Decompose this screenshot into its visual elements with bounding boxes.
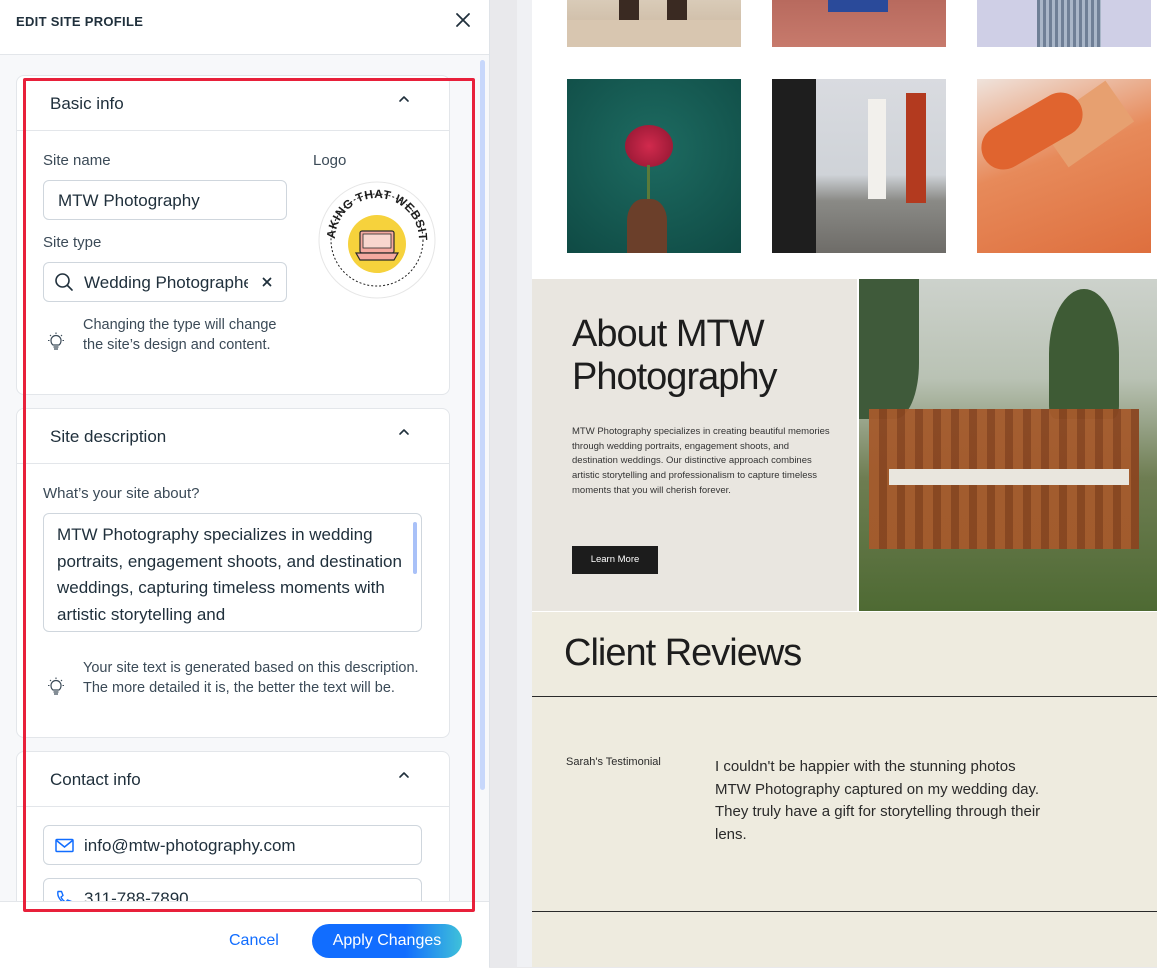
basic-info-card: Basic info Site name MTW Photography Log…: [16, 75, 450, 395]
gallery-photo-2: [772, 0, 946, 47]
reviews-divider-bottom: [532, 911, 1157, 912]
basic-info-title: Basic info: [50, 94, 124, 113]
email-value: info@mtw-photography.com: [84, 836, 296, 855]
phone-field[interactable]: 311-788-7890: [43, 878, 422, 901]
email-field[interactable]: info@mtw-photography.com: [43, 825, 422, 865]
clear-icon[interactable]: [260, 275, 274, 289]
logo-image: MAKING THAT WEBSITE: [312, 169, 436, 299]
panel-scroll-area[interactable]: Basic info Site name MTW Photography Log…: [0, 55, 489, 901]
site-type-input[interactable]: Wedding Photographer: [43, 262, 287, 302]
learn-more-button[interactable]: Learn More: [572, 546, 658, 574]
mail-icon: [55, 838, 75, 854]
site-description-question: What’s your site about?: [43, 485, 200, 502]
site-type-hint: Changing the type will change the site’s…: [83, 317, 277, 353]
bulb-icon: [47, 677, 65, 697]
reviews-divider-top: [532, 696, 1157, 697]
client-reviews-section: Client Reviews Sarah's Testimonial I cou…: [532, 612, 1157, 967]
site-description-title: Site description: [50, 427, 167, 446]
edit-site-profile-panel: EDIT SITE PROFILE Basic info Site name M…: [0, 0, 490, 968]
testimonial-name: Sarah's Testimonial: [566, 756, 661, 768]
panel-scrollbar[interactable]: [480, 60, 485, 790]
panel-title: EDIT SITE PROFILE: [16, 14, 144, 29]
panel-header: EDIT SITE PROFILE: [0, 0, 489, 55]
site-preview: About MTW Photography MTW Photography sp…: [532, 0, 1157, 967]
about-section: About MTW Photography MTW Photography sp…: [532, 279, 857, 611]
gallery-photo-1: [567, 0, 741, 47]
phone-icon: [55, 890, 73, 901]
search-icon: [54, 272, 74, 292]
chevron-up-icon[interactable]: [397, 768, 411, 782]
site-type-value: Wedding Photographer: [84, 273, 248, 292]
reviews-title: Client Reviews: [564, 632, 802, 674]
gallery-photo-orange: [977, 79, 1151, 253]
site-type-label: Site type: [43, 234, 102, 251]
gallery-photo-walkers: [772, 79, 946, 253]
about-text: MTW Photography specializes in creating …: [572, 426, 830, 496]
contact-info-card: Contact info info@mtw-photography.com 31…: [16, 751, 450, 901]
chevron-up-icon[interactable]: [397, 92, 411, 106]
gallery-photo-flower: [567, 79, 741, 253]
site-name-value: MTW Photography: [58, 191, 200, 210]
site-description-card: Site description What’s your site about?…: [16, 408, 450, 738]
site-name-label: Site name: [43, 152, 111, 169]
about-photo-chairs: [859, 279, 1157, 611]
site-description-textarea[interactable]: MTW Photography specializes in wedding p…: [43, 513, 422, 632]
testimonial-text: I couldn't be happier with the stunning …: [715, 758, 1041, 843]
about-title: About MTW Photography: [572, 313, 778, 398]
bulb-icon: [47, 332, 65, 352]
chevron-up-icon[interactable]: [397, 425, 411, 439]
site-description-header[interactable]: Site description: [17, 409, 449, 464]
site-name-input[interactable]: MTW Photography: [43, 180, 287, 220]
close-icon[interactable]: [452, 9, 474, 31]
site-description-value: MTW Photography specializes in wedding p…: [57, 525, 402, 624]
cancel-button[interactable]: Cancel: [229, 932, 279, 950]
textarea-scrollbar[interactable]: [413, 522, 417, 574]
contact-info-title: Contact info: [50, 770, 141, 789]
basic-info-header[interactable]: Basic info: [17, 76, 449, 131]
panel-footer: Cancel Apply Changes: [0, 901, 489, 968]
apply-changes-button[interactable]: Apply Changes: [312, 924, 462, 958]
contact-info-header[interactable]: Contact info: [17, 752, 449, 807]
logo-label: Logo: [313, 152, 347, 169]
preview-gutter: [517, 0, 532, 967]
site-description-hint: Your site text is generated based on thi…: [83, 660, 419, 696]
logo-upload[interactable]: MAKING THAT WEBSITE: [312, 169, 437, 300]
phone-value: 311-788-7890: [84, 889, 189, 901]
gallery-photo-3: [977, 0, 1151, 47]
